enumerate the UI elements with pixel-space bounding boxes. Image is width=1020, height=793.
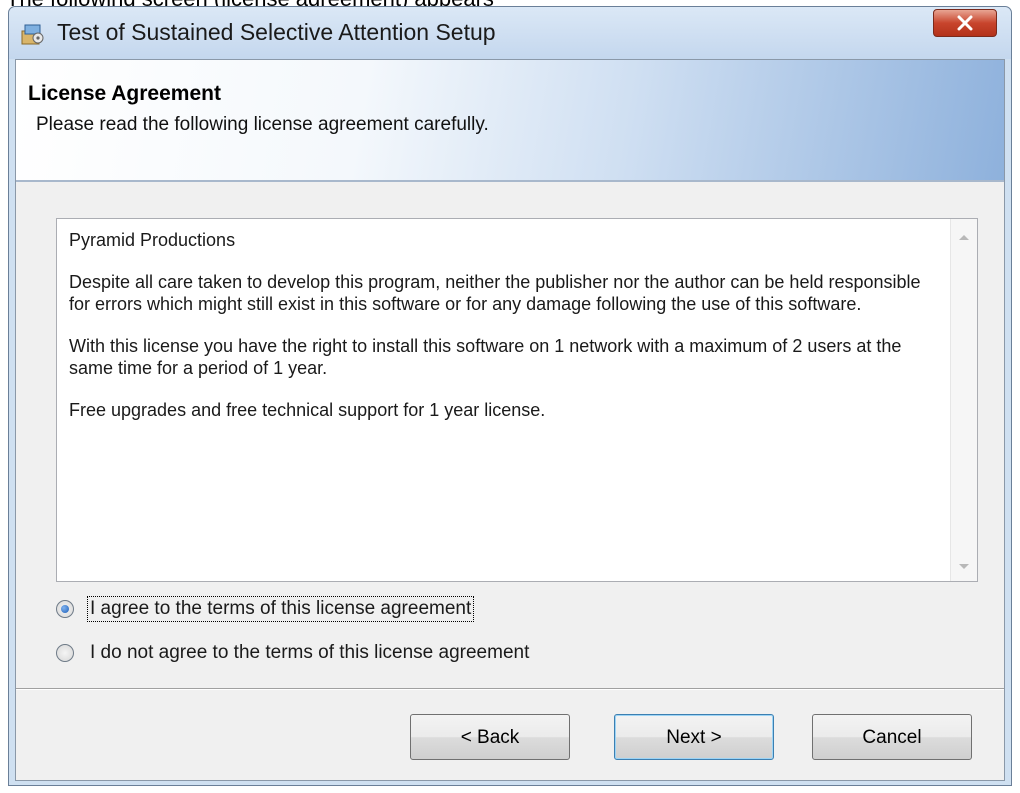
- next-button[interactable]: Next >: [614, 714, 774, 760]
- license-paragraph: With this license you have the right to …: [69, 336, 902, 378]
- scroll-up-arrow-icon[interactable]: [959, 235, 969, 240]
- agree-option[interactable]: I agree to the terms of this license agr…: [56, 596, 475, 622]
- setup-window: Test of Sustained Selective Attention Se…: [8, 6, 1012, 786]
- disagree-label[interactable]: I do not agree to the terms of this lice…: [88, 641, 531, 665]
- agree-label[interactable]: I agree to the terms of this license agr…: [86, 596, 475, 622]
- scroll-down-arrow-icon[interactable]: [959, 564, 969, 569]
- license-paragraph: Despite all care taken to develop this p…: [69, 272, 921, 314]
- vertical-scrollbar[interactable]: [950, 219, 977, 581]
- agree-radio[interactable]: [56, 600, 74, 618]
- title-bar[interactable]: Test of Sustained Selective Attention Se…: [9, 7, 1011, 59]
- back-button[interactable]: < Back: [410, 714, 570, 760]
- disagree-option[interactable]: I do not agree to the terms of this lice…: [56, 641, 531, 665]
- disagree-radio[interactable]: [56, 644, 74, 662]
- close-button[interactable]: [933, 9, 997, 37]
- page-title: License Agreement: [28, 82, 221, 105]
- cancel-button[interactable]: Cancel: [812, 714, 972, 760]
- license-paragraph: Free upgrades and free technical support…: [69, 400, 546, 420]
- license-text-box[interactable]: Pyramid Productions Despite all care tak…: [56, 218, 978, 582]
- header-banner: License Agreement Please read the follow…: [16, 60, 1004, 182]
- footer-divider: [16, 688, 1004, 690]
- setup-package-icon: [21, 24, 44, 45]
- close-x-icon: [957, 15, 973, 31]
- license-paragraph: Pyramid Productions: [69, 230, 236, 250]
- license-text: Pyramid Productions Despite all care tak…: [69, 229, 939, 441]
- wizard-client-area: License Agreement Please read the follow…: [15, 59, 1005, 781]
- page-subtitle: Please read the following license agreem…: [36, 114, 489, 135]
- window-title: Test of Sustained Selective Attention Se…: [57, 19, 496, 45]
